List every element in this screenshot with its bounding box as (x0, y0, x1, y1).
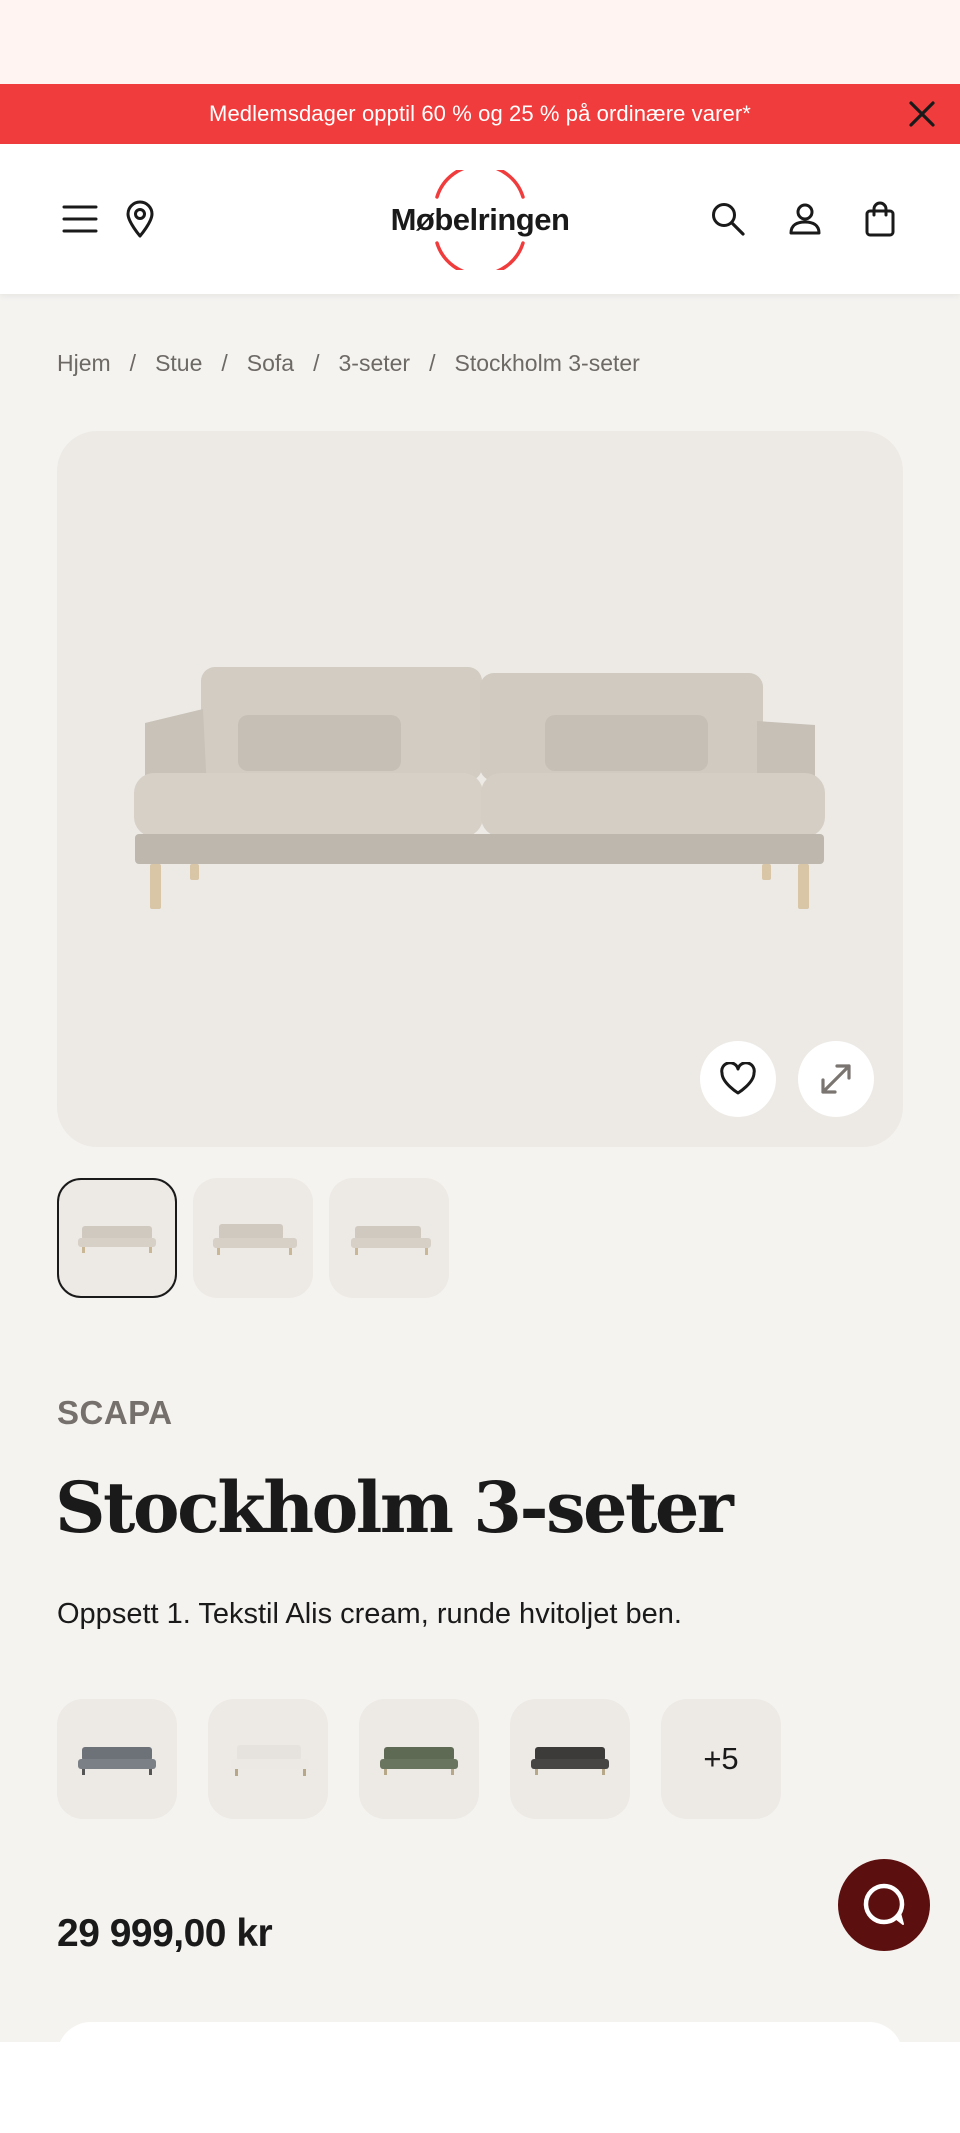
promo-text: Medlemsdager opptil 60 % og 25 % på ordi… (209, 101, 751, 126)
product-image-gallery[interactable] (57, 431, 903, 1147)
location-pin-icon[interactable] (120, 199, 160, 239)
product-image-sofa (134, 667, 825, 909)
variant-more-label: +5 (703, 1741, 739, 1776)
logo-text: Møbelringen (390, 202, 570, 237)
user-icon[interactable] (785, 199, 825, 239)
thumbnail-2[interactable] (193, 1178, 313, 1298)
breadcrumb-current: Stockholm 3-seter (454, 350, 640, 376)
shopping-bag-icon[interactable] (860, 199, 900, 239)
product-description: Oppsett 1. Tekstil Alis cream, runde hvi… (57, 1598, 682, 1630)
product-price: 29 999,00 kr (57, 1912, 273, 1955)
expand-arrows-icon[interactable] (798, 1041, 874, 1117)
breadcrumb: Hjem / Stue / Sofa / 3-seter / Stockholm… (57, 350, 640, 377)
promo-banner[interactable]: Medlemsdager opptil 60 % og 25 % på ordi… (0, 84, 960, 144)
site-header: Møbelringen (0, 144, 960, 294)
variant-dark[interactable] (510, 1699, 630, 1819)
variant-more-button[interactable]: +5 (661, 1699, 781, 1819)
bottom-panel (0, 2042, 960, 2133)
search-icon[interactable] (708, 199, 748, 239)
close-icon[interactable] (906, 98, 938, 130)
favorite-heart-icon[interactable] (700, 1041, 776, 1117)
breadcrumb-separator: / (129, 350, 137, 376)
breadcrumb-item-hjem[interactable]: Hjem (57, 350, 111, 377)
menu-icon[interactable] (60, 199, 100, 239)
top-strip (0, 0, 960, 84)
breadcrumb-item-3-seter[interactable]: 3-seter (339, 350, 411, 377)
thumbnail-3[interactable] (329, 1178, 449, 1298)
variant-green[interactable] (359, 1699, 479, 1819)
variant-white[interactable] (208, 1699, 328, 1819)
variant-grey[interactable] (57, 1699, 177, 1819)
product-title: Stockholm 3-seter (55, 1466, 734, 1549)
breadcrumb-item-stue[interactable]: Stue (155, 350, 202, 377)
site-logo[interactable]: Møbelringen (380, 170, 580, 270)
product-brand[interactable]: SCAPA (57, 1394, 173, 1432)
breadcrumb-item-sofa[interactable]: Sofa (247, 350, 294, 377)
thumbnail-1[interactable] (57, 1178, 177, 1298)
breadcrumb-separator: / (221, 350, 228, 376)
breadcrumb-separator: / (429, 350, 436, 376)
breadcrumb-separator: / (313, 350, 320, 376)
chat-button[interactable] (838, 1859, 930, 1951)
chat-bubble-icon (863, 1883, 905, 1925)
